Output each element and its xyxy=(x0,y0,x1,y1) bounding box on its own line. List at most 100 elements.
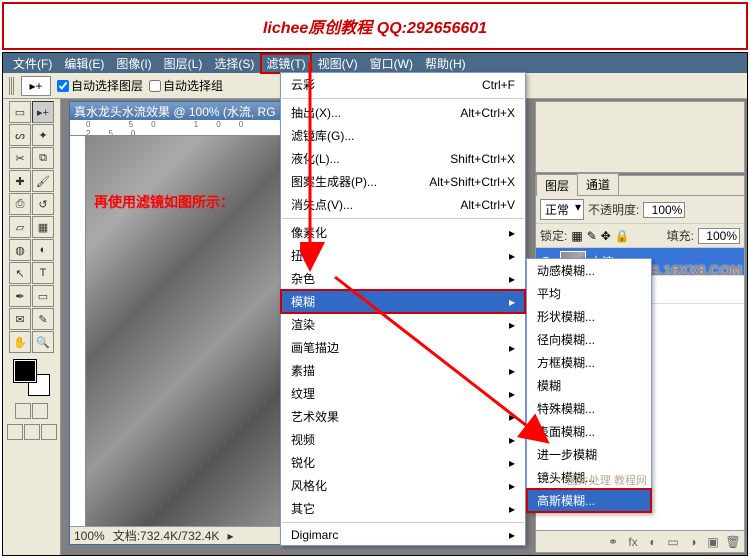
sub-motion-blur[interactable]: 动感模糊... xyxy=(527,259,651,282)
tab-layers[interactable]: 图层 xyxy=(536,174,578,196)
heal-tool[interactable]: ✚ xyxy=(9,170,31,192)
menu-pixelate[interactable]: 像素化▸ xyxy=(281,221,525,244)
color-swatch[interactable] xyxy=(14,360,50,396)
zoom-tool[interactable]: 🔍 xyxy=(32,331,54,353)
eraser-tool[interactable]: ▱ xyxy=(9,216,31,238)
sub-shape-blur[interactable]: 形状模糊... xyxy=(527,305,651,328)
blend-mode-dropdown[interactable]: 正常 xyxy=(540,199,584,220)
menu-file[interactable]: 文件(F) xyxy=(7,55,58,72)
move-tool[interactable]: ▸+ xyxy=(32,101,54,123)
crop-tool[interactable]: ✂ xyxy=(9,147,31,169)
menu-patternmaker[interactable]: 图案生成器(P)...Alt+Shift+Ctrl+X xyxy=(281,170,525,193)
newlayer-icon[interactable]: ▣ xyxy=(706,535,720,549)
menu-window[interactable]: 窗口(W) xyxy=(364,55,419,72)
menu-sketch[interactable]: 素描▸ xyxy=(281,359,525,382)
fill-input[interactable]: 100% xyxy=(698,228,740,244)
panel-tabs: 图层 通道 xyxy=(536,176,744,196)
hand-tool[interactable]: ✋ xyxy=(9,331,31,353)
eyedrop-tool[interactable]: ✎ xyxy=(32,308,54,330)
link-icon[interactable]: ⚭ xyxy=(606,535,620,549)
menu-view[interactable]: 视图(V) xyxy=(312,55,364,72)
menu-digimarc[interactable]: Digimarc▸ xyxy=(281,525,525,545)
sub-radial-blur[interactable]: 径向模糊... xyxy=(527,328,651,351)
lock-fill-bar: 锁定: ▦ ✎ ✥ 🔒 填充: 100% xyxy=(536,224,744,248)
sub-special-blur[interactable]: 特殊模糊... xyxy=(527,397,651,420)
fill-label: 填充: xyxy=(667,227,694,244)
history-brush-tool[interactable]: ↺ xyxy=(32,193,54,215)
navigator-panel[interactable] xyxy=(535,101,745,173)
pen-tool[interactable]: ✒ xyxy=(9,285,31,307)
menu-other[interactable]: 其它▸ xyxy=(281,497,525,520)
menu-bar: 文件(F) 编辑(E) 图像(I) 图层(L) 选择(S) 滤镜(T) 视图(V… xyxy=(3,53,747,73)
menu-filter[interactable]: 滤镜(T) xyxy=(260,53,311,74)
adjust-icon[interactable]: ◑ xyxy=(686,535,700,549)
menu-video[interactable]: 视频▸ xyxy=(281,428,525,451)
zoom-level[interactable]: 100% xyxy=(74,529,105,543)
path-tool[interactable]: ↖ xyxy=(9,262,31,284)
type-tool[interactable]: T xyxy=(32,262,54,284)
menu-blur[interactable]: 模糊▸ xyxy=(281,290,525,313)
menu-last-filter[interactable]: 云彩Ctrl+F xyxy=(281,73,525,96)
opacity-input[interactable]: 100% xyxy=(643,202,685,218)
trash-icon[interactable]: 🗑 xyxy=(726,535,740,549)
grip-icon xyxy=(9,77,15,95)
auto-select-group-checkbox[interactable]: 自动选择组 xyxy=(149,77,223,94)
notes-tool[interactable]: ✉ xyxy=(9,308,31,330)
gradient-tool[interactable]: ▦ xyxy=(32,216,54,238)
shape-tool[interactable]: ▭ xyxy=(32,285,54,307)
menu-layer[interactable]: 图层(L) xyxy=(158,55,209,72)
menu-texture[interactable]: 纹理▸ xyxy=(281,382,525,405)
ruler-vertical xyxy=(70,136,86,526)
menu-help[interactable]: 帮助(H) xyxy=(419,55,472,72)
slice-tool[interactable]: ⧉ xyxy=(32,147,54,169)
menu-brush-strokes[interactable]: 画笔描边▸ xyxy=(281,336,525,359)
blur-tool[interactable]: ◍ xyxy=(9,239,31,261)
dodge-tool[interactable]: ◐ xyxy=(32,239,54,261)
brush-tool[interactable]: 🖌 xyxy=(32,170,54,192)
move-tool-indicator[interactable]: ▸+ xyxy=(21,76,51,96)
quickmask-toggle[interactable] xyxy=(15,403,48,419)
mask-icon[interactable]: ◐ xyxy=(646,535,660,549)
lock-move-icon[interactable]: ✥ xyxy=(601,229,611,243)
sub-surface-blur[interactable]: 表面模糊... xyxy=(527,420,651,443)
stamp-tool[interactable]: ⎙ xyxy=(9,193,31,215)
opacity-label: 不透明度: xyxy=(588,201,639,218)
menu-distort[interactable]: 扭曲▸ xyxy=(281,244,525,267)
lock-all-icon[interactable]: 🔒 xyxy=(615,229,630,243)
menu-filter-gallery[interactable]: 滤镜库(G)... xyxy=(281,124,525,147)
tab-channels[interactable]: 通道 xyxy=(577,173,619,195)
menu-liquify[interactable]: 液化(L)...Shift+Ctrl+X xyxy=(281,147,525,170)
sub-lens-blur[interactable]: 镜头模糊... xyxy=(527,466,651,489)
wand-tool[interactable]: ✦ xyxy=(32,124,54,146)
annotation-text: 再使用滤镜如图所示： xyxy=(94,192,234,212)
fx-icon[interactable]: fx xyxy=(626,535,640,549)
marquee-tool[interactable]: ▭ xyxy=(9,101,31,123)
sub-gaussian-blur[interactable]: 高斯模糊... xyxy=(527,489,651,512)
menu-select[interactable]: 选择(S) xyxy=(208,55,260,72)
document-title: 真水龙头水流效果 @ 100% (水流, RG xyxy=(74,103,276,120)
sub-blur-more[interactable]: 进一步模糊 xyxy=(527,443,651,466)
sub-blur[interactable]: 模糊 xyxy=(527,374,651,397)
menu-edit[interactable]: 编辑(E) xyxy=(58,55,110,72)
screenmode-toggle[interactable] xyxy=(7,424,57,440)
menu-vanishing[interactable]: 消失点(V)...Alt+Ctrl+V xyxy=(281,193,525,216)
lock-pixel-icon[interactable]: ✎ xyxy=(587,229,597,243)
sub-box-blur[interactable]: 方框模糊... xyxy=(527,351,651,374)
sub-average[interactable]: 平均 xyxy=(527,282,651,305)
menu-sharpen[interactable]: 锐化▸ xyxy=(281,451,525,474)
menu-image[interactable]: 图像(I) xyxy=(110,55,157,72)
layers-panel-footer: ⚭ fx ◐ ▭ ◑ ▣ 🗑 xyxy=(536,530,744,552)
auto-select-layer-checkbox[interactable]: 自动选择图层 xyxy=(57,77,143,94)
folder-icon[interactable]: ▭ xyxy=(666,535,680,549)
status-arrow-icon[interactable]: ▸ xyxy=(227,529,233,543)
doc-size: 文档:732.4K/732.4K xyxy=(113,527,220,544)
menu-extract[interactable]: 抽出(X)...Alt+Ctrl+X xyxy=(281,101,525,124)
menu-render[interactable]: 渲染▸ xyxy=(281,313,525,336)
filter-menu: 云彩Ctrl+F 抽出(X)...Alt+Ctrl+X 滤镜库(G)... 液化… xyxy=(280,72,526,546)
menu-artistic[interactable]: 艺术效果▸ xyxy=(281,405,525,428)
lock-trans-icon[interactable]: ▦ xyxy=(571,229,582,243)
lasso-tool[interactable]: ᔕ xyxy=(9,124,31,146)
menu-noise[interactable]: 杂色▸ xyxy=(281,267,525,290)
toolbox: ▭▸+ ᔕ✦ ✂⧉ ✚🖌 ⎙↺ ▱▦ ◍◐ ↖T ✒▭ ✉✎ ✋🔍 xyxy=(3,99,61,555)
menu-stylize[interactable]: 风格化▸ xyxy=(281,474,525,497)
